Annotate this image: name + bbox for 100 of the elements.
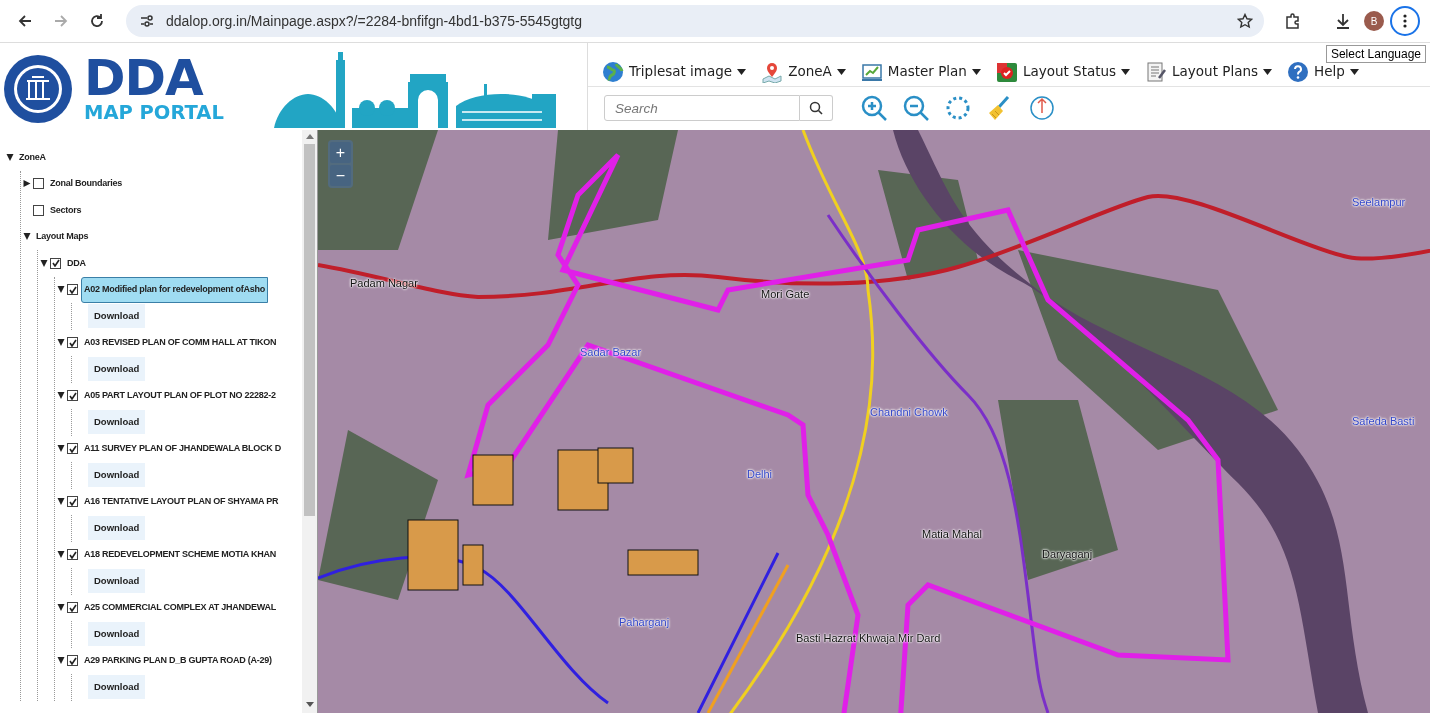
checkbox[interactable] <box>67 443 78 455</box>
tree-item[interactable]: A05 PART LAYOUT PLAN OF PLOT NO 22282-2 <box>81 385 279 407</box>
zoom-out-icon <box>902 94 930 122</box>
checkbox[interactable] <box>67 496 78 508</box>
download-button[interactable]: Download <box>88 569 146 594</box>
map-place-label: Paharganj <box>619 615 670 630</box>
scrollbar[interactable] <box>302 130 317 713</box>
menu-dropdown[interactable]: ZoneA <box>761 60 846 83</box>
menu-dropdown[interactable]: Help <box>1287 60 1359 83</box>
download-button[interactable]: Download <box>88 304 146 329</box>
checkbox[interactable] <box>67 284 78 296</box>
map-place-label: Mori Gate <box>761 287 810 302</box>
menu-dropdown[interactable]: Layout Status <box>995 60 1131 83</box>
address-bar[interactable]: ddalop.org.in/Mainpage.aspx?/=2284-bnfifgn-4bd1-b375-5545gtgtg <box>126 5 1264 37</box>
download-icon <box>1334 12 1352 30</box>
zoom-out-button[interactable]: − <box>330 165 351 186</box>
checkmark-icon <box>68 391 77 400</box>
tree-item[interactable]: Layout Maps <box>33 226 92 248</box>
checkbox[interactable] <box>67 602 78 614</box>
tree-item[interactable]: A18 REDEVELOPMENT SCHEME MOTIA KHAN <box>81 544 279 566</box>
zoom-in-icon <box>860 94 888 122</box>
checkbox[interactable] <box>67 655 78 667</box>
expanded-triangle-icon[interactable] <box>55 657 67 665</box>
expanded-triangle-icon[interactable] <box>55 498 67 506</box>
back-arrow-icon <box>17 13 33 29</box>
sliders-icon <box>139 13 155 29</box>
tree-item[interactable]: DDA <box>64 252 89 274</box>
tree-item[interactable]: A16 TENTATIVE LAYOUT PLAN OF SHYAMA PR <box>81 491 282 513</box>
checkbox[interactable] <box>50 257 61 269</box>
map-place-label: Chandni Chowk <box>870 405 948 420</box>
download-button[interactable]: Download <box>88 675 146 700</box>
expanded-triangle-icon[interactable] <box>55 604 67 612</box>
checkbox[interactable] <box>33 204 44 216</box>
scroll-up-icon <box>306 134 314 139</box>
logo-subtitle: MAP PORTAL <box>84 101 224 124</box>
expanded-triangle-icon[interactable] <box>55 392 67 400</box>
zoom-in-button[interactable] <box>859 93 889 123</box>
checkbox[interactable] <box>67 549 78 561</box>
expanded-triangle-icon[interactable] <box>55 445 67 453</box>
caret-icon <box>1121 68 1131 75</box>
map-pin-icon <box>761 60 784 83</box>
expanded-triangle-icon[interactable] <box>55 339 67 347</box>
expanded-triangle-icon[interactable] <box>55 551 67 559</box>
menu-dropdown[interactable]: Triplesat image <box>602 60 747 83</box>
upload-button[interactable] <box>1027 93 1057 123</box>
checkmark-icon <box>68 656 77 665</box>
profile-avatar[interactable]: B <box>1364 11 1384 31</box>
caret-icon <box>1263 68 1272 75</box>
download-button[interactable]: Download <box>88 357 146 382</box>
checkmark-icon <box>51 259 60 268</box>
download-button[interactable]: Download <box>88 622 146 647</box>
expanded-triangle-icon[interactable] <box>55 286 67 294</box>
help-icon <box>1287 60 1309 83</box>
tree-item[interactable]: A25 COMMERCIAL COMPLEX AT JHANDEWAL <box>81 597 280 619</box>
logo-title: DDA <box>84 53 204 102</box>
expanded-triangle-icon[interactable] <box>21 233 33 241</box>
tree-item[interactable]: A02 Modified plan for redevelopment ofAsho <box>81 277 269 303</box>
map-place-label: Seelampur <box>1352 195 1406 210</box>
tree-item[interactable]: ZoneA <box>16 146 49 168</box>
search-field[interactable]: Search <box>604 95 800 121</box>
zoom-in-button[interactable]: + <box>330 142 351 163</box>
kebab-menu-icon <box>1403 14 1407 28</box>
tree-item[interactable]: Zonal Boundaries <box>47 173 125 195</box>
forward-arrow-icon <box>53 13 69 29</box>
star-icon <box>1237 13 1253 29</box>
search-button[interactable] <box>800 95 833 121</box>
emblem-logo-icon <box>2 52 74 125</box>
zoom-out-button[interactable] <box>901 93 931 123</box>
caret-icon <box>1349 68 1359 75</box>
arrow-up-circle-icon <box>1028 94 1056 122</box>
checkmark-icon <box>68 444 77 453</box>
map-place-label: Padam Nagar <box>350 276 418 291</box>
checkbox[interactable] <box>33 178 44 190</box>
checkmark-icon <box>68 550 77 559</box>
puzzle-icon <box>1284 12 1302 30</box>
expanded-triangle-icon[interactable] <box>38 259 50 267</box>
tooltip: Select Language <box>1325 45 1426 63</box>
tree-item[interactable]: A03 REVISED PLAN OF COMM HALL AT TIKON <box>81 332 280 354</box>
tree-item[interactable]: A29 PARKING PLAN D_B GUPTA ROAD (A-29) <box>81 650 275 672</box>
map-place-label: Sadar Bazar <box>580 345 642 360</box>
document-pencil-icon <box>1145 60 1168 83</box>
checkmark-icon <box>68 603 77 612</box>
checkmark-icon <box>68 497 77 506</box>
tree-item[interactable]: A11 SURVEY PLAN OF JHANDEWALA BLOCK D <box>81 438 285 460</box>
caret-icon <box>971 68 981 75</box>
download-button[interactable]: Download <box>88 463 146 488</box>
collapsed-triangle-icon[interactable] <box>21 180 33 188</box>
checkbox[interactable] <box>67 390 78 402</box>
menu-dropdown[interactable]: Master Plan <box>860 60 981 83</box>
map-place-label: Daryaganj <box>1042 547 1093 562</box>
expanded-triangle-icon[interactable] <box>4 153 16 161</box>
browser-menu-button[interactable] <box>1390 6 1420 36</box>
menu-dropdown[interactable]: Layout Plans <box>1145 60 1272 83</box>
download-button[interactable]: Download <box>88 410 146 435</box>
map-place-label: Matia Mahal <box>922 527 982 542</box>
download-button[interactable]: Download <box>88 516 146 541</box>
map-check-icon <box>995 60 1018 83</box>
scroll-down-icon <box>306 702 314 707</box>
tree-item[interactable]: Sectors <box>47 199 85 221</box>
checkbox[interactable] <box>67 337 78 349</box>
